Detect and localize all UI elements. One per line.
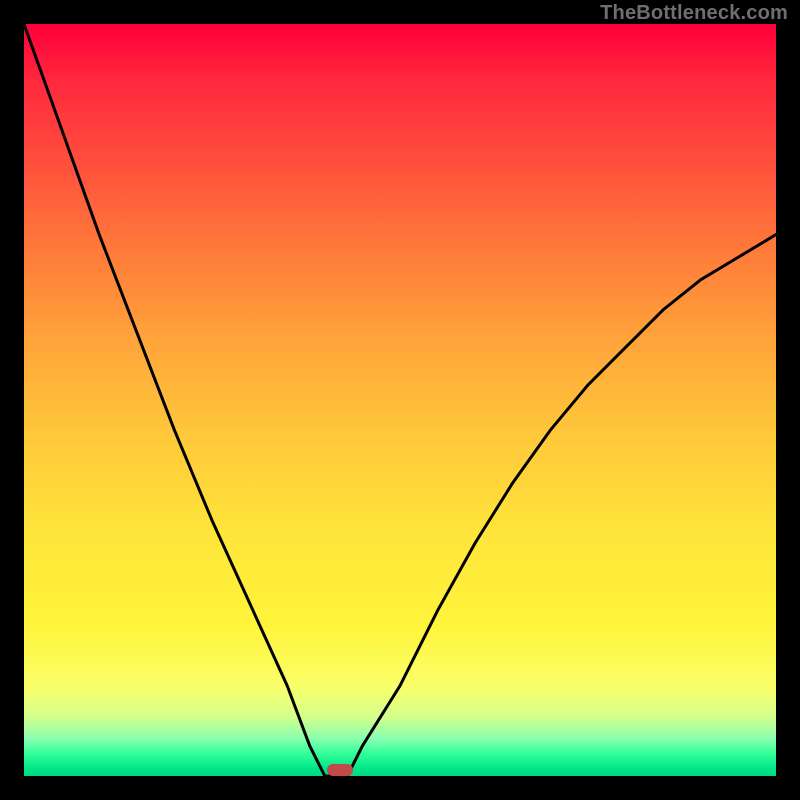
bottleneck-curve <box>24 24 776 776</box>
watermark-text: TheBottleneck.com <box>600 2 788 25</box>
plot-area <box>24 24 776 776</box>
optimum-marker <box>327 764 353 776</box>
chart-frame: TheBottleneck.com <box>0 0 800 800</box>
curve-svg <box>24 24 776 776</box>
